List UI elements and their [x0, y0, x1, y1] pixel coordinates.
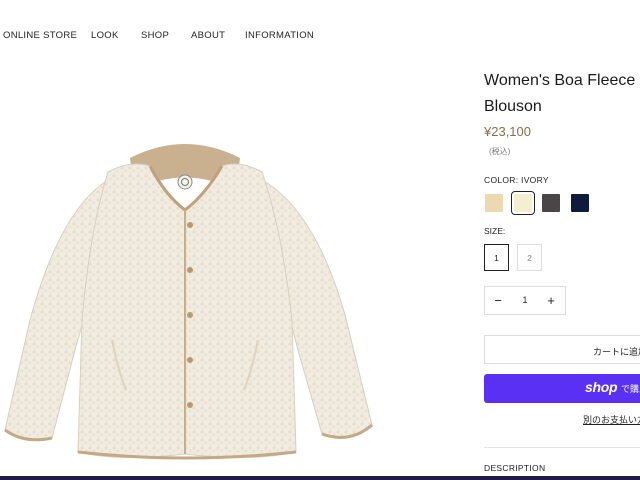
tax-note: (税込): [489, 147, 511, 156]
size-option-1[interactable]: 1: [484, 244, 509, 271]
description-toggle[interactable]: DESCRIPTION: [484, 463, 545, 473]
quantity-stepper: − 1 +: [484, 286, 566, 315]
shop-pay-button[interactable]: shop で購入: [484, 374, 640, 403]
nav-shop[interactable]: SHOP: [141, 30, 169, 41]
color-swatch-ivory[interactable]: [511, 191, 535, 215]
quantity-value[interactable]: 1: [519, 295, 531, 305]
other-payment-link[interactable]: 別のお支払い方法: [583, 413, 640, 426]
nav-look[interactable]: LOOK: [91, 30, 119, 41]
section-divider: [484, 447, 640, 448]
shop-pay-logo: shop: [585, 379, 618, 395]
bottom-bar: [0, 476, 640, 480]
size-option-2[interactable]: 2: [517, 244, 542, 271]
product-price: ¥23,100: [484, 124, 531, 139]
main-nav: ONLINE STORE LOOK SHOP ABOUT INFORMATION: [0, 0, 640, 70]
color-swatch-navy[interactable]: [571, 194, 589, 212]
product-image[interactable]: [0, 70, 470, 480]
shop-pay-label: で購入: [621, 384, 640, 394]
add-to-cart-button[interactable]: カートに追加: [484, 335, 640, 364]
add-to-cart-label: カートに追加: [593, 347, 640, 357]
color-swatch-charcoal[interactable]: [542, 194, 560, 212]
color-swatch-beige[interactable]: [485, 194, 503, 212]
quantity-decrease-button[interactable]: −: [491, 293, 505, 308]
quantity-increase-button[interactable]: +: [544, 293, 558, 308]
nav-online-store[interactable]: ONLINE STORE: [3, 30, 77, 41]
size-label: SIZE:: [484, 226, 506, 236]
nav-about[interactable]: ABOUT: [191, 30, 225, 41]
jacket-illustration: [4, 144, 373, 460]
nav-information[interactable]: INFORMATION: [245, 30, 314, 41]
product-title: Women's Boa Fleece Blouson: [484, 72, 636, 115]
color-label: COLOR: IVORY: [484, 175, 549, 185]
